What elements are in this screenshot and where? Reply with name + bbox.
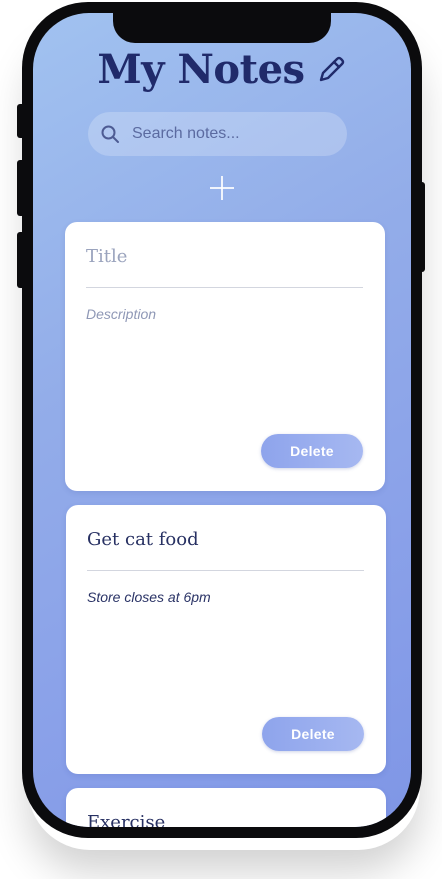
note-card: Delete [65,222,385,491]
phone-notch [113,13,331,43]
page-title: My Notes [97,45,305,93]
note-title-input[interactable] [87,808,363,827]
add-note-button[interactable] [208,174,236,202]
note-description-input[interactable] [86,306,363,416]
note-divider [87,570,364,571]
search-icon [101,125,119,143]
delete-note-button[interactable]: Delete [261,434,363,468]
note-title-input[interactable] [87,525,363,553]
note-description-input[interactable] [87,589,364,699]
search-input[interactable] [132,125,332,143]
note-title-input[interactable] [86,242,362,270]
delete-note-button[interactable]: Delete [262,717,364,751]
note-divider [86,287,363,288]
app-screen: My Notes Delete Delete [33,13,411,827]
header: My Notes [33,41,411,97]
note-card: Delete [66,505,386,774]
pencil-icon [319,56,344,82]
note-card [66,788,386,827]
search-bar[interactable] [88,112,347,156]
